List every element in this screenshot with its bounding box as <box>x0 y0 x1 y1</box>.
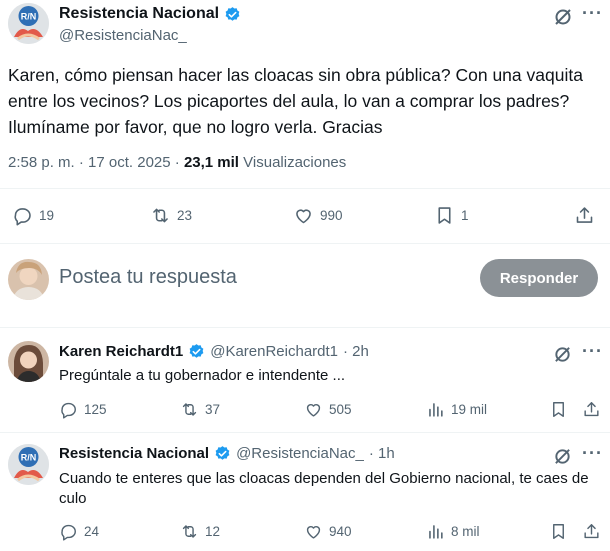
reply-icon <box>14 208 31 226</box>
like-action[interactable]: 940 <box>304 522 352 541</box>
share-action[interactable] <box>582 522 601 541</box>
share-action[interactable] <box>582 400 601 419</box>
current-user-avatar[interactable] <box>8 259 49 300</box>
views-count: 8 mil <box>451 524 480 539</box>
heart-icon <box>306 526 321 539</box>
author-handle[interactable]: @ResistenciaNac_ <box>59 27 187 44</box>
reply-text: Cuando te enteres que las cloacas depend… <box>59 470 589 507</box>
verified-badge-icon <box>224 6 241 23</box>
reply-action[interactable]: 24 <box>59 522 99 541</box>
repost-count: 23 <box>177 208 193 223</box>
more-options-icon[interactable]: ··· <box>582 341 603 362</box>
reply-author-avatar[interactable] <box>8 341 49 382</box>
author-avatar[interactable]: R/N <box>8 3 49 44</box>
repost-action[interactable]: 12 <box>180 522 220 541</box>
bookmark-action[interactable]: 1 <box>434 205 469 226</box>
reply-author-name[interactable]: Karen Reichardt1 <box>59 343 183 360</box>
divider <box>0 327 610 328</box>
more-options-icon[interactable]: ··· <box>582 3 603 24</box>
repost-action[interactable]: 23 <box>150 205 192 226</box>
like-count: 940 <box>329 524 352 539</box>
repost-icon <box>153 208 168 223</box>
like-action[interactable]: 505 <box>304 400 352 419</box>
reply-header: Resistencia Nacional @ResistenciaNac_ · … <box>59 445 395 462</box>
share-icon <box>576 207 593 223</box>
analytics-icon <box>429 403 443 417</box>
reply-text: Pregúntale a tu gobernador e intendente … <box>59 367 346 384</box>
share-action[interactable] <box>574 205 595 226</box>
grok-slash-icon[interactable] <box>553 7 573 27</box>
views-count: 19 mil <box>451 402 488 417</box>
reply-author-handle[interactable]: @KarenReichardt1 <box>210 343 338 360</box>
reply-time[interactable]: · 1h <box>369 445 395 462</box>
reply-compose-input[interactable]: Postea tu respuesta <box>59 266 237 289</box>
reply-header: Karen Reichardt1 @KarenReichardt1 · 2h <box>59 343 369 360</box>
bookmark-action[interactable] <box>549 400 568 419</box>
reply-submit-button[interactable]: Responder <box>480 259 598 297</box>
heart-icon <box>296 209 311 224</box>
repost-icon <box>182 403 197 416</box>
views-label: Visualizaciones <box>243 154 347 171</box>
heart-icon <box>306 404 321 417</box>
author-name[interactable]: Resistencia Nacional <box>59 5 219 23</box>
grok-slash-icon[interactable] <box>553 345 572 364</box>
reply-count: 125 <box>84 402 107 417</box>
bookmark-icon <box>438 207 451 224</box>
bookmark-icon <box>553 402 564 417</box>
analytics-icon <box>429 525 443 539</box>
bookmark-icon <box>553 524 564 539</box>
author-name-row[interactable]: Resistencia Nacional <box>59 5 241 23</box>
tweet-meta: 2:58 p. m. · 17 oct. 2025 · 23,1 mil Vis… <box>8 154 346 171</box>
repost-icon <box>182 525 197 538</box>
svg-text:R/N: R/N <box>21 453 37 463</box>
reply-author-name[interactable]: Resistencia Nacional <box>59 445 209 462</box>
views-action[interactable]: 19 mil <box>426 400 487 419</box>
tweet-time[interactable]: 2:58 p. m. · 17 oct. 2025 · <box>8 154 184 171</box>
reply-icon <box>61 402 76 419</box>
repost-count: 12 <box>205 524 221 539</box>
user-photo-icon <box>8 259 49 300</box>
repost-count: 37 <box>205 402 221 417</box>
reply-action[interactable]: 19 <box>12 205 54 226</box>
reply-icon <box>61 524 76 541</box>
repost-action[interactable]: 37 <box>180 400 220 419</box>
user-photo-icon <box>8 341 49 382</box>
verified-badge-icon <box>188 343 205 360</box>
views-count: 23,1 mil <box>183 154 239 171</box>
like-action[interactable]: 990 <box>293 205 343 226</box>
bookmark-action[interactable] <box>549 522 568 541</box>
grok-slash-icon[interactable] <box>553 447 572 466</box>
reply-author-avatar[interactable]: R/N <box>8 444 49 485</box>
svg-text:R/N: R/N <box>21 12 37 22</box>
rn-logo-icon: R/N <box>8 3 49 44</box>
share-icon <box>584 402 599 417</box>
divider <box>0 188 610 189</box>
tweet-text: Karen, cómo piensan hacer las cloacas si… <box>8 65 583 137</box>
reply-action[interactable]: 125 <box>59 400 107 419</box>
like-count: 505 <box>329 402 352 417</box>
share-icon <box>584 524 599 539</box>
reply-time[interactable]: · 2h <box>343 343 369 360</box>
verified-badge-icon <box>214 445 231 462</box>
reply-count: 24 <box>84 524 100 539</box>
divider <box>0 243 610 244</box>
rn-logo-icon: R/N <box>8 444 49 485</box>
reply-author-handle[interactable]: @ResistenciaNac_ <box>236 445 364 462</box>
views-action[interactable]: 8 mil <box>426 522 480 541</box>
more-options-icon[interactable]: ··· <box>582 443 603 464</box>
divider <box>0 432 610 433</box>
bookmark-count: 1 <box>461 208 469 223</box>
reply-count: 19 <box>39 208 55 223</box>
like-count: 990 <box>320 208 343 223</box>
